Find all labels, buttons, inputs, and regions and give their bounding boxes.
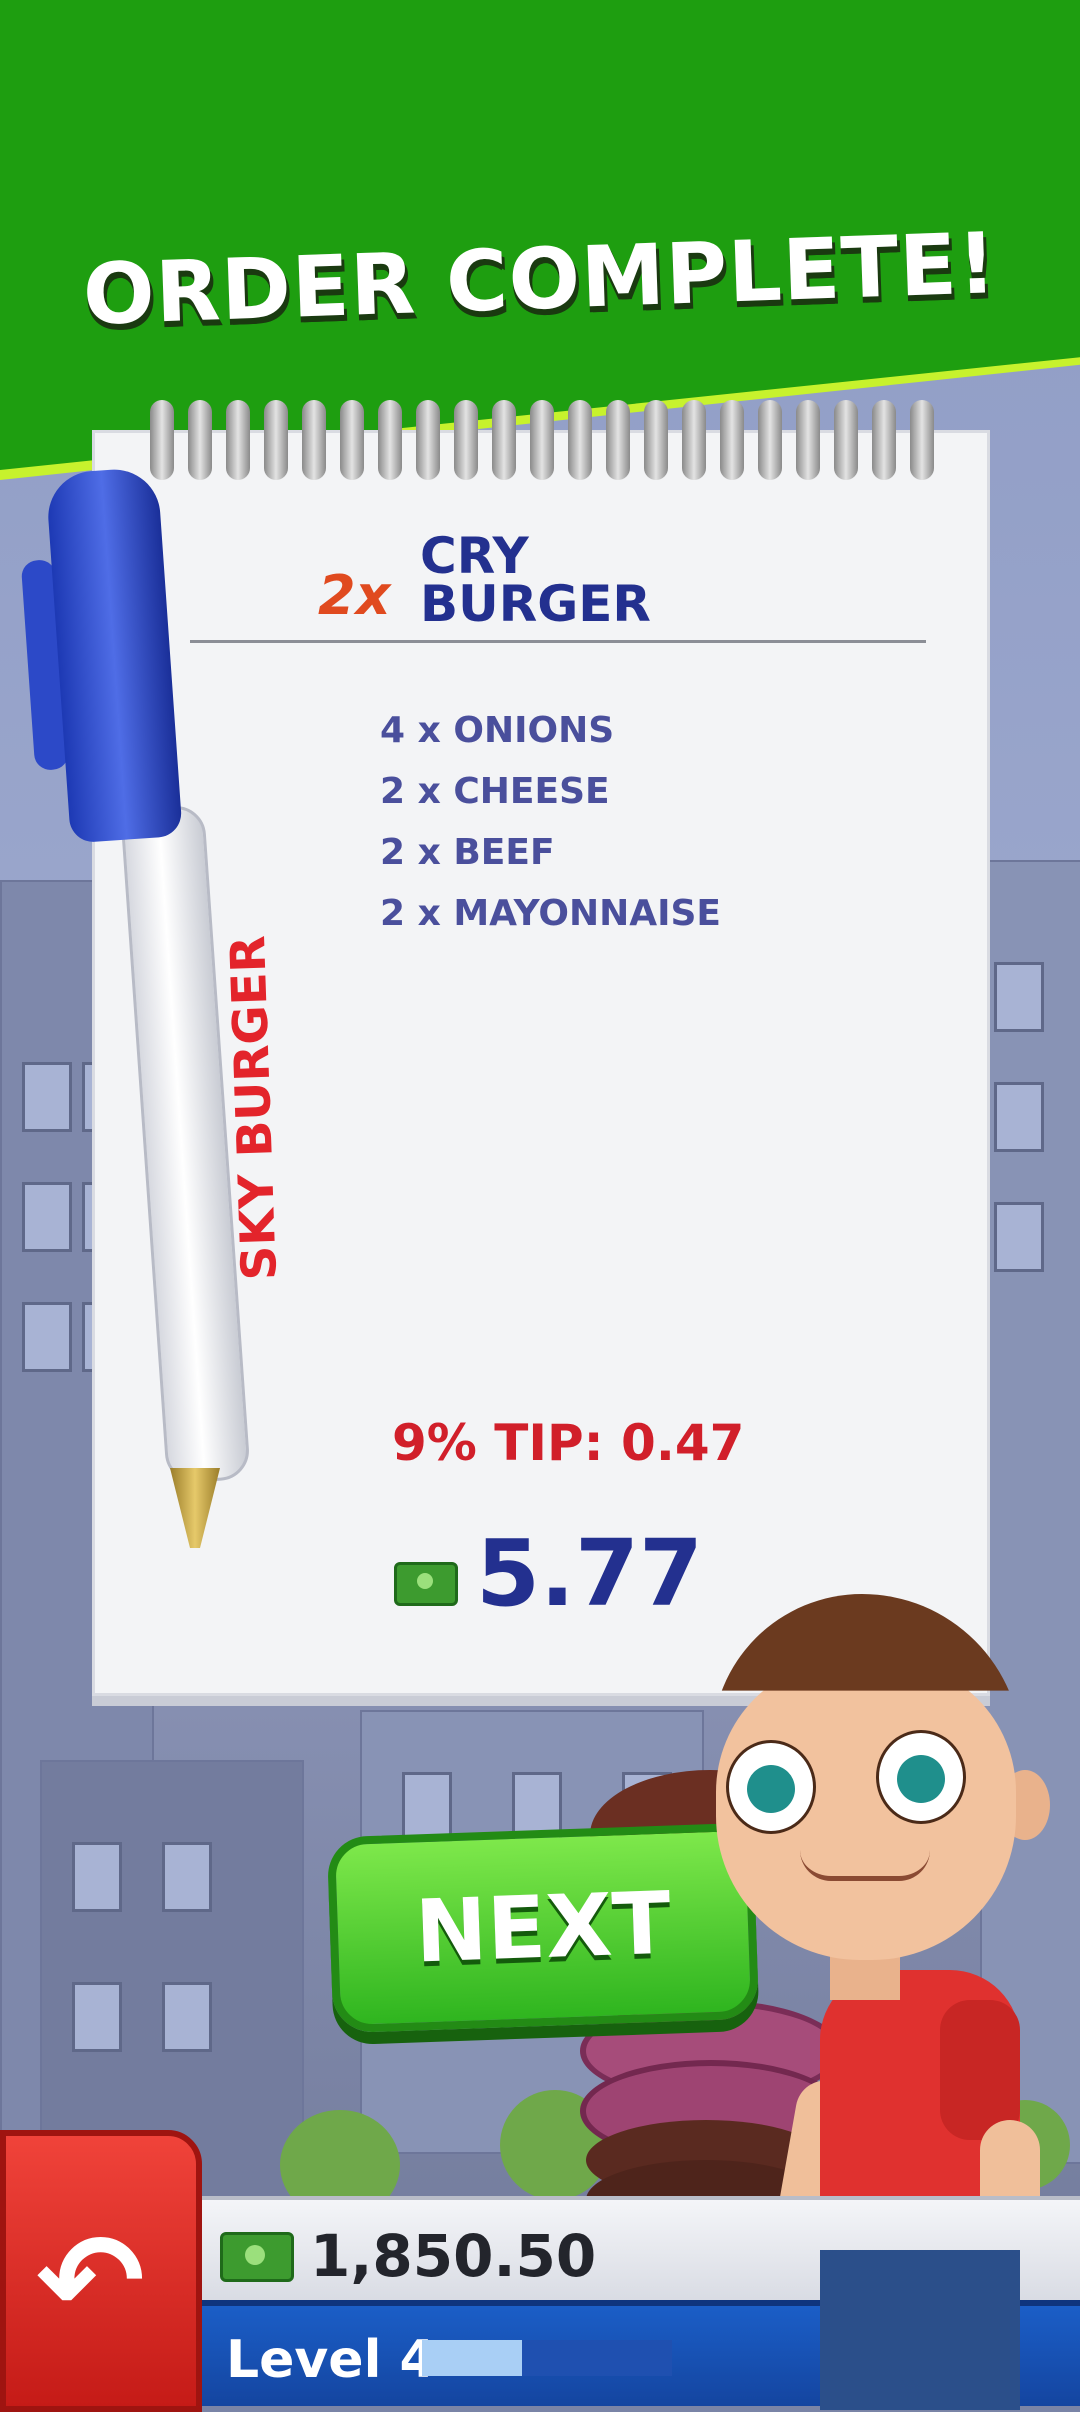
level-label: Level 4 bbox=[226, 2330, 436, 2390]
money-icon bbox=[220, 2232, 294, 2282]
character-jeans bbox=[820, 2250, 1020, 2410]
level-progress-fill bbox=[422, 2340, 522, 2376]
ingredient-item: 2 x CHEESE bbox=[380, 771, 610, 812]
building bbox=[980, 860, 1080, 2164]
notepad-spiral bbox=[150, 400, 970, 490]
ingredient-list: 4 x ONIONS 2 x CHEESE 2 x BEEF 2 x MAYON… bbox=[380, 700, 880, 944]
order-quantity: 2x bbox=[318, 564, 391, 627]
cash-balance: 1,850.50 bbox=[310, 2222, 597, 2290]
money-icon bbox=[394, 1562, 458, 1606]
character-sleeve bbox=[940, 2000, 1020, 2140]
order-item-name: CRY BURGER bbox=[420, 527, 651, 633]
back-arrow-icon: ↶ bbox=[36, 2205, 145, 2357]
character-mouth bbox=[800, 1850, 930, 1881]
back-button[interactable]: ↶ bbox=[0, 2130, 202, 2412]
order-total: 5.77 bbox=[476, 1520, 703, 1627]
level-progress-track bbox=[422, 2340, 672, 2376]
character-eye bbox=[726, 1740, 816, 1834]
next-button[interactable]: NEXT bbox=[326, 1822, 760, 2034]
character-eye bbox=[876, 1730, 966, 1824]
divider bbox=[190, 640, 926, 643]
ingredient-item: 4 x ONIONS bbox=[380, 710, 615, 751]
tip-text: 9% TIP: 0.47 bbox=[392, 1414, 745, 1472]
ingredient-item: 2 x MAYONNAISE bbox=[380, 893, 721, 934]
next-button-label: NEXT bbox=[413, 1873, 673, 1983]
ingredient-item: 2 x BEEF bbox=[380, 832, 555, 873]
